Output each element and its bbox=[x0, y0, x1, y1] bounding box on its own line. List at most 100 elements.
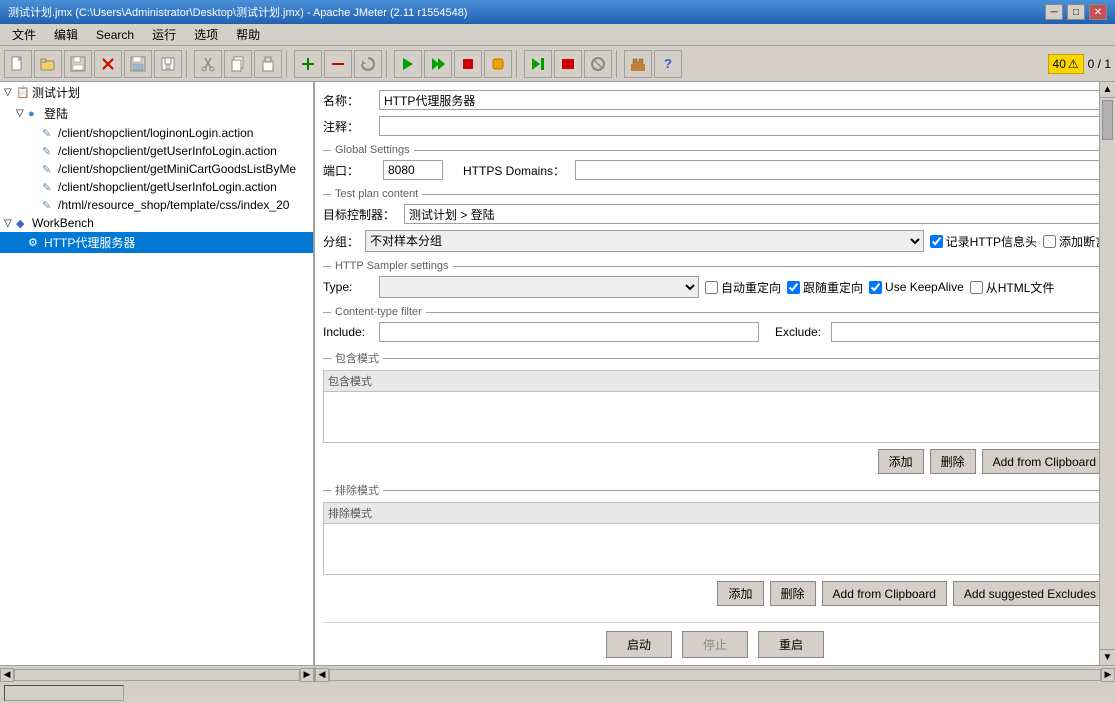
clear-button[interactable] bbox=[354, 50, 382, 78]
title-text: 测试计划.jmx (C:\Users\Administrator\Desktop… bbox=[8, 4, 467, 20]
http-sampler-title: HTTP Sampler settings bbox=[323, 260, 1107, 272]
name-input[interactable] bbox=[379, 90, 1107, 110]
left-scroll-right[interactable]: ▶ bbox=[300, 668, 314, 682]
from-html-checkbox[interactable] bbox=[970, 281, 983, 294]
request-icon: ✎ bbox=[42, 145, 56, 158]
expand-icon bbox=[30, 200, 40, 211]
paste-button[interactable] bbox=[254, 50, 282, 78]
expand-icon bbox=[30, 128, 40, 139]
right-scroll-right[interactable]: ▶ bbox=[1101, 668, 1115, 682]
port-input[interactable] bbox=[383, 160, 443, 180]
menu-search[interactable]: Search bbox=[88, 26, 142, 44]
save-templates-button[interactable] bbox=[64, 50, 92, 78]
menu-help[interactable]: 帮助 bbox=[228, 24, 268, 45]
tree-item-test-plan[interactable]: ▽ 📋 测试计划 bbox=[0, 82, 313, 103]
group-label: 分组： bbox=[323, 233, 359, 250]
http-proxy-label: HTTP代理服务器 bbox=[44, 234, 135, 251]
exclude-input[interactable] bbox=[831, 322, 1107, 342]
content-filter-title: Content-type filter bbox=[323, 306, 1107, 318]
right-htrack bbox=[329, 669, 1101, 681]
item5-label: /html/resource_shop/template/css/index_2… bbox=[58, 198, 289, 212]
close-all-button[interactable] bbox=[94, 50, 122, 78]
maximize-button[interactable]: □ bbox=[1067, 4, 1085, 20]
right-scroll-left[interactable]: ◀ bbox=[315, 668, 329, 682]
include-label: Include: bbox=[323, 325, 373, 339]
https-input[interactable] bbox=[575, 160, 1107, 180]
tree-item-http-proxy[interactable]: ⚙ HTTP代理服务器 bbox=[0, 232, 313, 253]
target-row: 目标控制器： bbox=[323, 204, 1107, 224]
menu-options[interactable]: 选项 bbox=[186, 24, 226, 45]
tree-item-5[interactable]: ✎ /html/resource_shop/template/css/index… bbox=[0, 196, 313, 214]
exclude-delete-button[interactable]: 删除 bbox=[770, 581, 816, 606]
tree-item-login[interactable]: ▽ ● 登陆 bbox=[0, 103, 313, 124]
name-label: 名称： bbox=[323, 92, 373, 109]
tree-item-workbench[interactable]: ▽ ◆ WorkBench bbox=[0, 214, 313, 232]
menu-run[interactable]: 运行 bbox=[144, 24, 184, 45]
cut-button[interactable] bbox=[194, 50, 222, 78]
remote-stop-button[interactable] bbox=[554, 50, 582, 78]
add-suggested-button[interactable]: Add suggested Excludes bbox=[953, 581, 1107, 606]
start-button[interactable] bbox=[394, 50, 422, 78]
save-button[interactable] bbox=[124, 50, 152, 78]
include-add-button[interactable]: 添加 bbox=[878, 449, 924, 474]
group-select[interactable]: 不对样本分组 在组间添加分隔符 每组放入新的控制器 只存储每组的第一个样本 bbox=[365, 230, 924, 252]
open-button[interactable] bbox=[34, 50, 62, 78]
help-button[interactable]: ? bbox=[654, 50, 682, 78]
item2-label: /client/shopclient/getUserInfoLogin.acti… bbox=[58, 144, 277, 158]
include-pattern-header: 包含模式 bbox=[324, 371, 1106, 392]
comment-input[interactable] bbox=[379, 116, 1107, 136]
left-scroll-left[interactable]: ◀ bbox=[0, 668, 14, 682]
minimize-button[interactable]: ─ bbox=[1045, 4, 1063, 20]
record-http-checkbox[interactable] bbox=[930, 235, 943, 248]
func-helper-button[interactable] bbox=[624, 50, 652, 78]
remote-clear-button[interactable] bbox=[584, 50, 612, 78]
start-nopause-button[interactable] bbox=[424, 50, 452, 78]
scroll-up[interactable]: ▲ bbox=[1100, 82, 1115, 98]
tree-item-4[interactable]: ✎ /client/shopclient/getUserInfoLogin.ac… bbox=[0, 178, 313, 196]
right-hscroll: ◀ ▶ bbox=[315, 667, 1115, 683]
stop-proxy-button[interactable]: 停止 bbox=[682, 631, 748, 658]
record-http-label: 记录HTTP信息头 bbox=[930, 233, 1037, 250]
tree-panel: ▽ 📋 测试计划 ▽ ● 登陆 ✎ /client/shopclient/log… bbox=[0, 82, 315, 665]
port-label: 端口： bbox=[323, 162, 373, 179]
remove-button[interactable] bbox=[324, 50, 352, 78]
tree-item-1[interactable]: ✎ /client/shopclient/loginonLogin.action bbox=[0, 124, 313, 142]
comment-row: 注释： bbox=[323, 116, 1107, 136]
saveas-button[interactable] bbox=[154, 50, 182, 78]
start-proxy-button[interactable]: 启动 bbox=[606, 631, 672, 658]
auto-redirect-checkbox[interactable] bbox=[705, 281, 718, 294]
follow-redirect-checkbox[interactable] bbox=[787, 281, 800, 294]
auto-redirect-label: 自动重定向 bbox=[705, 279, 781, 296]
include-input[interactable] bbox=[379, 322, 759, 342]
tree-item-2[interactable]: ✎ /client/shopclient/getUserInfoLogin.ac… bbox=[0, 142, 313, 160]
add-assertion-label: 添加断言 bbox=[1043, 233, 1107, 250]
tree-item-3[interactable]: ✎ /client/shopclient/getMiniCartGoodsLis… bbox=[0, 160, 313, 178]
use-keepalive-checkbox[interactable] bbox=[869, 281, 882, 294]
global-settings-row: 端口： HTTPS Domains： bbox=[323, 160, 1107, 180]
copy-button[interactable] bbox=[224, 50, 252, 78]
type-select[interactable] bbox=[379, 276, 699, 298]
include-delete-button[interactable]: 删除 bbox=[930, 449, 976, 474]
exclude-clipboard-button[interactable]: Add from Clipboard bbox=[822, 581, 947, 606]
stop-button[interactable] bbox=[454, 50, 482, 78]
close-button[interactable]: ✕ bbox=[1089, 4, 1107, 20]
hscrollbar-row: ◀ ▶ ◀ ▶ bbox=[0, 666, 1115, 684]
menu-file[interactable]: 文件 bbox=[4, 24, 44, 45]
remote-start-button[interactable] bbox=[524, 50, 552, 78]
restart-proxy-button[interactable]: 重启 bbox=[758, 631, 824, 658]
scroll-down[interactable]: ▼ bbox=[1100, 649, 1115, 665]
type-label: Type: bbox=[323, 280, 373, 294]
vscrollbar: ▲ ▼ bbox=[1099, 82, 1115, 665]
menu-edit[interactable]: 编辑 bbox=[46, 24, 86, 45]
add-assertion-checkbox[interactable] bbox=[1043, 235, 1056, 248]
new-button[interactable] bbox=[4, 50, 32, 78]
shutdown-button[interactable] bbox=[484, 50, 512, 78]
add-button[interactable] bbox=[294, 50, 322, 78]
workbench-icon: ◆ bbox=[16, 217, 30, 230]
filter-row: Include: Exclude: bbox=[323, 322, 1107, 342]
target-input[interactable] bbox=[404, 204, 1107, 224]
scroll-thumb[interactable] bbox=[1102, 100, 1113, 140]
include-clipboard-button[interactable]: Add from Clipboard bbox=[982, 449, 1107, 474]
exclude-add-button[interactable]: 添加 bbox=[717, 581, 763, 606]
exclude-pattern-section-title: 排除模式 bbox=[323, 482, 1107, 498]
